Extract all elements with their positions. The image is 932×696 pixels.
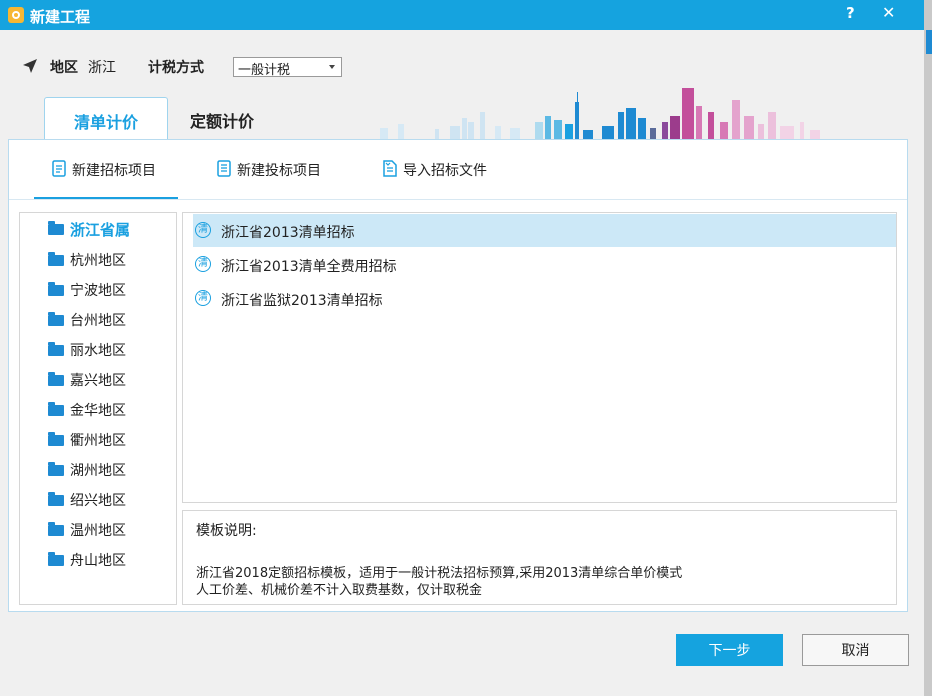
cancel-button[interactable]: 取消 (802, 634, 909, 666)
region-label: 地区 (50, 60, 78, 76)
subtab-import-tender-file-label: 导入招标文件 (403, 163, 487, 179)
folder-icon (48, 432, 64, 446)
region-value: 浙江 (88, 60, 116, 76)
region-item-label: 金华地区 (70, 403, 126, 419)
city-skyline-banner (380, 88, 820, 140)
subtab-active-indicator (34, 197, 178, 199)
template-item[interactable]: 清 浙江省监狱2013清单招标 (193, 282, 896, 315)
region-item-label: 浙江省属 (70, 221, 131, 239)
folder-icon (48, 552, 64, 566)
region-item-label: 衢州地区 (70, 433, 126, 449)
close-button[interactable]: ✕ (882, 3, 895, 22)
scrollbar-thumb (926, 30, 932, 54)
folder-icon (48, 342, 64, 356)
tax-method-label: 计税方式 (148, 60, 204, 76)
import-file-icon (383, 160, 397, 177)
title-bar: 新建工程 ? ✕ (0, 0, 924, 30)
chevron-down-icon (329, 65, 335, 69)
tab-bill-pricing-label: 清单计价 (73, 113, 138, 132)
document-icon (52, 160, 66, 177)
location-arrow-icon (23, 59, 37, 73)
document-list-icon (217, 160, 231, 177)
app-logo-icon (8, 7, 24, 23)
folder-icon (48, 492, 64, 506)
subtab-new-tender-project-label: 新建招标项目 (72, 163, 156, 179)
folder-icon (48, 282, 64, 296)
template-item[interactable]: 清 浙江省2013清单招标 (193, 214, 896, 247)
tab-bill-pricing[interactable]: 清单计价 (44, 97, 168, 140)
region-item-label: 丽水地区 (70, 343, 126, 359)
tab-quota-pricing[interactable]: 定额计价 (190, 108, 254, 132)
subtab-new-bid-project-label: 新建投标项目 (237, 163, 321, 179)
template-item-label: 浙江省2013清单招标 (221, 225, 355, 241)
region-item-label: 杭州地区 (70, 253, 126, 269)
bill-template-icon: 清 (195, 290, 211, 306)
template-item[interactable]: 清 浙江省2013清单全费用招标 (193, 248, 896, 281)
folder-icon (48, 522, 64, 536)
region-item-label: 舟山地区 (70, 553, 126, 569)
bill-template-icon: 清 (195, 256, 211, 272)
region-item-label: 湖州地区 (70, 463, 126, 479)
template-item-label: 浙江省2013清单全费用招标 (221, 259, 397, 275)
subtab-divider (9, 199, 907, 200)
folder-icon (48, 312, 64, 326)
window-title: 新建工程 (30, 8, 91, 26)
region-item-label: 温州地区 (70, 523, 126, 539)
folder-icon (48, 462, 64, 476)
region-item-label: 宁波地区 (70, 283, 126, 299)
tax-method-select[interactable]: 一般计税 (233, 57, 342, 78)
template-description-line: 人工价差、机械价差不计入取费基数，仅计取税金 (196, 583, 483, 598)
tax-method-value: 一般计税 (238, 63, 291, 78)
region-item-label: 嘉兴地区 (70, 373, 126, 389)
next-button[interactable]: 下一步 (676, 634, 783, 666)
help-button[interactable]: ? (846, 4, 855, 22)
region-item-label: 绍兴地区 (70, 493, 126, 509)
region-item-label: 台州地区 (70, 313, 126, 329)
bill-template-icon: 清 (195, 222, 211, 238)
template-description-title: 模板说明: (196, 523, 257, 539)
folder-icon (48, 221, 64, 235)
folder-icon (48, 372, 64, 386)
background-window-edge (924, 0, 932, 696)
folder-icon (48, 402, 64, 416)
template-item-label: 浙江省监狱2013清单招标 (221, 293, 383, 309)
folder-icon (48, 252, 64, 266)
